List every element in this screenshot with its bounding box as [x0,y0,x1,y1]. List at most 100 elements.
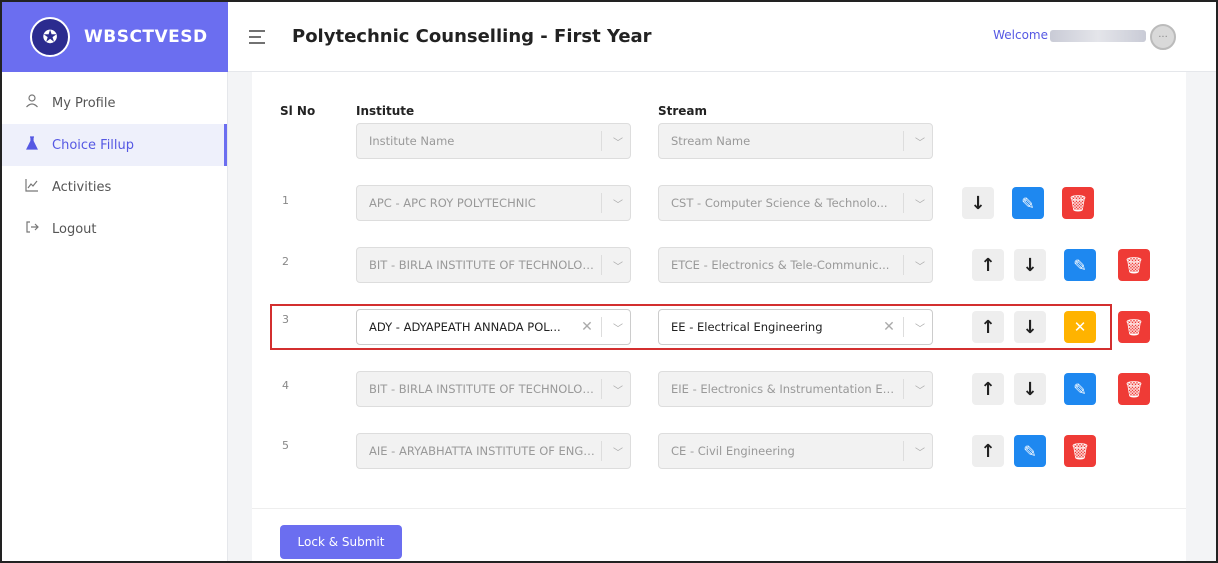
choice-fillup-card: Sl No Institute Stream Institute Name ﹀ … [252,72,1186,561]
sidebar-item-choice-fillup[interactable]: Choice Fillup [2,124,227,166]
chevron-down-icon[interactable]: ﹀ [908,382,932,397]
close-icon: ✕ [1073,318,1087,336]
top-header: Polytechnic Counselling - First Year Wel… [228,2,1216,72]
stream-select-row-5[interactable]: CE - Civil Engineering ﹀ [658,433,933,469]
edit-button[interactable]: ✎ [1014,435,1046,467]
sidebar-item-label: Activities [52,179,112,195]
trash-icon: 🗑 [1123,255,1145,275]
sidebar-item-label: Choice Fillup [52,137,135,153]
delete-button[interactable]: 🗑 [1118,373,1150,405]
welcome-text: Welcome [993,28,1146,42]
stream-select-row-1[interactable]: CST - Computer Science & Technolo... ﹀ [658,185,933,221]
edit-icon: ✎ [1023,441,1037,461]
move-up-button[interactable]: ↑ [972,311,1004,343]
row-number: 5 [282,439,289,452]
chevron-down-icon[interactable]: ﹀ [908,444,932,459]
chevron-down-icon[interactable]: ﹀ [606,382,630,397]
user-icon [22,94,42,112]
column-header-institute: Institute [356,104,415,118]
chevron-down-icon[interactable]: ﹀ [606,320,630,335]
divider [903,255,904,275]
chevron-down-icon[interactable]: ﹀ [908,258,932,273]
move-down-button[interactable]: ↓ [1014,249,1046,281]
sidebar-item-my-profile[interactable]: My Profile [2,82,227,124]
sidebar-item-label: Logout [52,221,97,237]
clear-icon[interactable]: ✕ [879,319,899,335]
divider [903,193,904,213]
chevron-down-icon[interactable]: ﹀ [606,258,630,273]
chevron-down-icon[interactable]: ﹀ [908,196,932,211]
stream-select-new[interactable]: Stream Name ﹀ [658,123,933,159]
sidebar-item-activities[interactable]: Activities [2,166,227,208]
trash-icon: 🗑 [1069,441,1091,461]
divider [601,379,602,399]
arrow-up-icon: ↑ [980,254,996,276]
footer-divider [252,508,1186,509]
stream-select-row-2[interactable]: ETCE - Electronics & Tele-Communic... ﹀ [658,247,933,283]
edit-button[interactable]: ✎ [1064,249,1096,281]
row-number: 2 [282,255,289,268]
institute-select-row-4[interactable]: BIT - BIRLA INSTITUTE OF TECHNOLOGY ﹀ [356,371,631,407]
chevron-down-icon[interactable]: ﹀ [606,444,630,459]
menu-toggle-icon[interactable] [248,25,266,49]
cancel-edit-button[interactable]: ✕ [1064,311,1096,343]
stream-value: EIE - Electronics & Instrumentation En..… [671,382,899,396]
avatar[interactable]: ··· [1150,24,1176,50]
row-number: 4 [282,379,289,392]
column-header-sl-no: Sl No [280,104,316,118]
move-up-button[interactable]: ↑ [972,373,1004,405]
page-title: Polytechnic Counselling - First Year [292,26,652,47]
divider [601,317,602,337]
edit-button[interactable]: ✎ [1012,187,1044,219]
delete-button[interactable]: 🗑 [1118,249,1150,281]
chevron-down-icon[interactable]: ﹀ [908,320,932,335]
delete-button[interactable]: 🗑 [1062,187,1094,219]
edit-icon: ✎ [1073,379,1087,399]
lock-submit-button[interactable]: Lock & Submit [280,525,402,559]
chevron-down-icon[interactable]: ﹀ [908,134,932,149]
move-down-button[interactable]: ↓ [1014,373,1046,405]
arrow-down-icon: ↓ [1022,254,1038,276]
flask-icon [22,136,42,154]
brand-name: WBSCTVESD [84,27,208,47]
institute-select-row-5[interactable]: AIE - ARYABHATTA INSTITUTE OF ENGG... ﹀ [356,433,631,469]
divider [903,317,904,337]
move-up-button[interactable]: ↑ [972,249,1004,281]
institute-value: AIE - ARYABHATTA INSTITUTE OF ENGG... [369,444,597,458]
brand-bar: ✪ WBSCTVESD [2,2,228,72]
institute-select-new[interactable]: Institute Name ﹀ [356,123,631,159]
stream-select-row-4[interactable]: EIE - Electronics & Instrumentation En..… [658,371,933,407]
chevron-down-icon[interactable]: ﹀ [606,134,630,149]
institute-value: ADY - ADYAPEATH ANNADA POL... [369,320,561,334]
divider [601,131,602,151]
institute-placeholder: Institute Name [369,134,455,148]
row-number: 1 [282,194,289,207]
institute-select-row-2[interactable]: BIT - BIRLA INSTITUTE OF TECHNOLOGY ﹀ [356,247,631,283]
stream-value: EE - Electrical Engineering [671,320,823,334]
edit-button[interactable]: ✎ [1064,373,1096,405]
arrow-down-icon: ↓ [970,192,986,214]
divider [601,441,602,461]
delete-button[interactable]: 🗑 [1118,311,1150,343]
arrow-up-icon: ↑ [980,316,996,338]
redacted-username [1050,29,1146,42]
delete-button[interactable]: 🗑 [1064,435,1096,467]
institute-select-row-1[interactable]: APC - APC ROY POLYTECHNIC ﹀ [356,185,631,221]
move-down-button[interactable]: ↓ [1014,311,1046,343]
stream-value: ETCE - Electronics & Tele-Communic... [671,258,890,272]
sidebar: My Profile Choice Fillup Activities Logo… [2,72,228,561]
trash-icon: 🗑 [1123,317,1145,337]
move-down-button[interactable]: ↓ [962,187,994,219]
chevron-down-icon[interactable]: ﹀ [606,196,630,211]
sidebar-item-logout[interactable]: Logout [2,208,227,250]
move-up-button[interactable]: ↑ [972,435,1004,467]
welcome-label: Welcome [993,28,1048,42]
institute-value: BIT - BIRLA INSTITUTE OF TECHNOLOGY [369,382,597,396]
stream-select-row-3[interactable]: EE - Electrical Engineering ✕ ﹀ [658,309,933,345]
clear-icon[interactable]: ✕ [577,319,597,335]
institute-select-row-3[interactable]: ADY - ADYAPEATH ANNADA POL... ✕ ﹀ [356,309,631,345]
app-window: ✪ WBSCTVESD My Profile Choice Fillup Act… [0,0,1218,563]
institute-value: APC - APC ROY POLYTECHNIC [369,196,536,210]
divider [601,193,602,213]
row-number: 3 [282,313,289,326]
